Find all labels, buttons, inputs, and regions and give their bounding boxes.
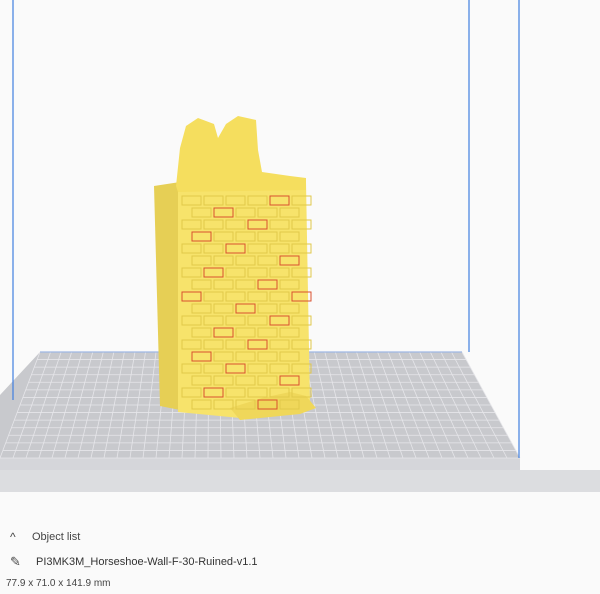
3d-viewport[interactable] — [0, 0, 600, 520]
3d-model-horseshoe-wall[interactable] — [154, 116, 316, 420]
object-list-item[interactable]: ✎ PI3MK3M_Horseshoe-Wall-F-30-Ruined-v1.… — [10, 554, 258, 570]
object-name: PI3MK3M_Horseshoe-Wall-F-30-Ruined-v1.1 — [36, 556, 258, 568]
object-dimensions: 77.9 x 71.0 x 141.9 mm — [6, 578, 111, 589]
pencil-icon[interactable]: ✎ — [10, 554, 26, 570]
chevron-up-icon: ^ — [10, 530, 16, 544]
object-list-panel: ^ Object list ✎ PI3MK3M_Horseshoe-Wall-F… — [0, 520, 600, 594]
build-plate-front-lip — [0, 458, 520, 470]
build-plate-edge — [0, 470, 600, 492]
scene-canvas[interactable] — [0, 0, 600, 520]
object-list-label: Object list — [32, 531, 81, 543]
object-list-toggle[interactable]: ^ Object list — [10, 530, 80, 544]
